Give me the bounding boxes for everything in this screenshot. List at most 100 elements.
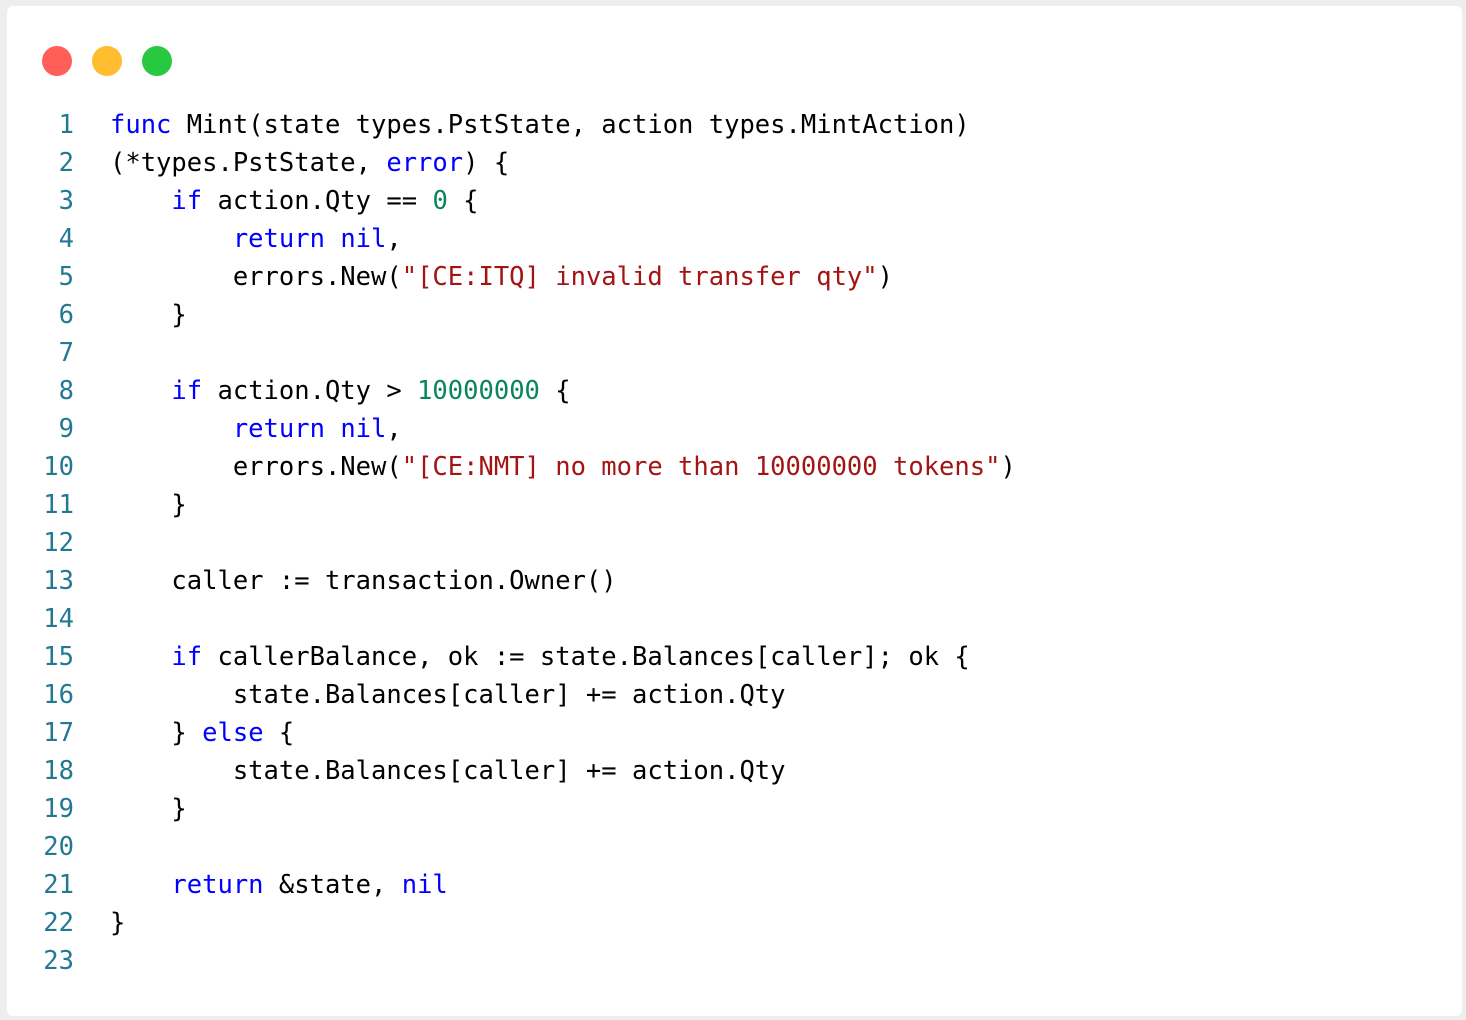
code-token-plain: }	[110, 908, 126, 938]
code-token-number: 0	[432, 186, 448, 216]
line-source: errors.New("[CE:ITQ] invalid transfer qt…	[110, 258, 893, 296]
code-token-keyword: error	[386, 148, 464, 178]
line-number: 23	[43, 946, 74, 976]
code-line: 11 }	[7, 486, 1462, 524]
line-source: errors.New("[CE:NMT] no more than 100000…	[110, 448, 1016, 486]
code-token-keyword: nil	[340, 414, 387, 444]
line-source: return nil,	[110, 220, 402, 258]
code-window: 1 func Mint(state types.PstState, action …	[7, 6, 1462, 1016]
code-token-plain: Mint(state types.PstState, action types.…	[171, 110, 970, 140]
code-token-plain: }	[171, 794, 187, 824]
window-controls	[42, 46, 172, 76]
maximize-button[interactable]	[142, 46, 172, 76]
line-number: 1	[58, 110, 74, 140]
code-token-plain: caller := transaction.Owner()	[171, 566, 617, 596]
code-token-keyword: nil	[340, 224, 387, 254]
code-token-keyword: return	[171, 870, 264, 900]
line-source: }	[110, 296, 187, 334]
code-token-plain: &state,	[263, 870, 402, 900]
line-number: 6	[58, 300, 74, 330]
line-source: (*types.PstState, error) {	[110, 144, 509, 182]
line-number: 11	[43, 490, 74, 520]
code-token-number: 10000000	[417, 376, 540, 406]
code-token-keyword: return	[232, 224, 325, 254]
code-line: 22}	[7, 904, 1462, 942]
code-token-plain: ,	[386, 224, 402, 254]
line-number: 18	[43, 756, 74, 786]
line-number: 16	[43, 680, 74, 710]
code-token-keyword: if	[171, 642, 203, 672]
code-token-plain: errors.New(	[232, 262, 402, 292]
line-number: 9	[58, 414, 74, 444]
code-line: 20	[7, 828, 1462, 866]
line-source: func Mint(state types.PstState, action t…	[110, 106, 970, 144]
line-source: if callerBalance, ok := state.Balances[c…	[110, 638, 970, 676]
line-source: } else {	[110, 714, 294, 752]
line-number: 7	[58, 338, 74, 368]
code-line: 1 func Mint(state types.PstState, action …	[7, 106, 1462, 144]
close-button[interactable]	[42, 46, 72, 76]
code-block: 1 func Mint(state types.PstState, action …	[7, 106, 1462, 980]
line-source: }	[110, 790, 187, 828]
line-number: 10	[43, 452, 74, 482]
line-number: 22	[43, 908, 74, 938]
line-source: }	[110, 904, 125, 942]
line-number: 2	[58, 148, 74, 178]
code-token-plain: }	[171, 718, 203, 748]
line-source: caller := transaction.Owner()	[110, 562, 617, 600]
code-token-plain: )	[877, 262, 893, 292]
code-token-plain: callerBalance, ok := state.Balances[call…	[202, 642, 970, 672]
line-number: 14	[43, 604, 74, 634]
code-line: 7	[7, 334, 1462, 372]
code-token-plain: ) {	[463, 148, 510, 178]
line-number: 13	[43, 566, 74, 596]
minimize-button[interactable]	[92, 46, 122, 76]
line-number: 19	[43, 794, 74, 824]
code-token-string: "[CE:ITQ] invalid transfer qty"	[401, 262, 878, 292]
code-token-plain: {	[263, 718, 295, 748]
line-number: 4	[58, 224, 74, 254]
code-token-plain: (*types.PstState,	[110, 148, 387, 178]
code-line: 17 } else {	[7, 714, 1462, 752]
code-line: 6 }	[7, 296, 1462, 334]
code-line: 18 state.Balances[caller] += action.Qty	[7, 752, 1462, 790]
line-number: 20	[43, 832, 74, 862]
code-token-plain: action.Qty ==	[202, 186, 433, 216]
code-line: 16 state.Balances[caller] += action.Qty	[7, 676, 1462, 714]
code-token-plain: {	[447, 186, 479, 216]
line-source: }	[110, 486, 187, 524]
code-token-plain: state.Balances[caller] += action.Qty	[232, 756, 786, 786]
code-line: 15 if callerBalance, ok := state.Balance…	[7, 638, 1462, 676]
line-number: 15	[43, 642, 74, 672]
code-token-plain: }	[171, 300, 187, 330]
code-token-plain: {	[539, 376, 571, 406]
code-line: 14	[7, 600, 1462, 638]
code-line: 2 (*types.PstState, error) {	[7, 144, 1462, 182]
code-line: 4 return nil,	[7, 220, 1462, 258]
code-token-keyword: if	[171, 376, 203, 406]
line-number: 12	[43, 528, 74, 558]
code-token-keyword: nil	[401, 870, 448, 900]
code-token-plain: action.Qty >	[202, 376, 418, 406]
code-token-plain: }	[171, 490, 187, 520]
line-source: state.Balances[caller] += action.Qty	[110, 752, 786, 790]
code-token-plain: state.Balances[caller] += action.Qty	[232, 680, 786, 710]
code-token-keyword: else	[202, 718, 264, 748]
code-token-plain: errors.New(	[232, 452, 402, 482]
code-line: 23	[7, 942, 1462, 980]
line-number: 17	[43, 718, 74, 748]
code-line: 5 errors.New("[CE:ITQ] invalid transfer …	[7, 258, 1462, 296]
